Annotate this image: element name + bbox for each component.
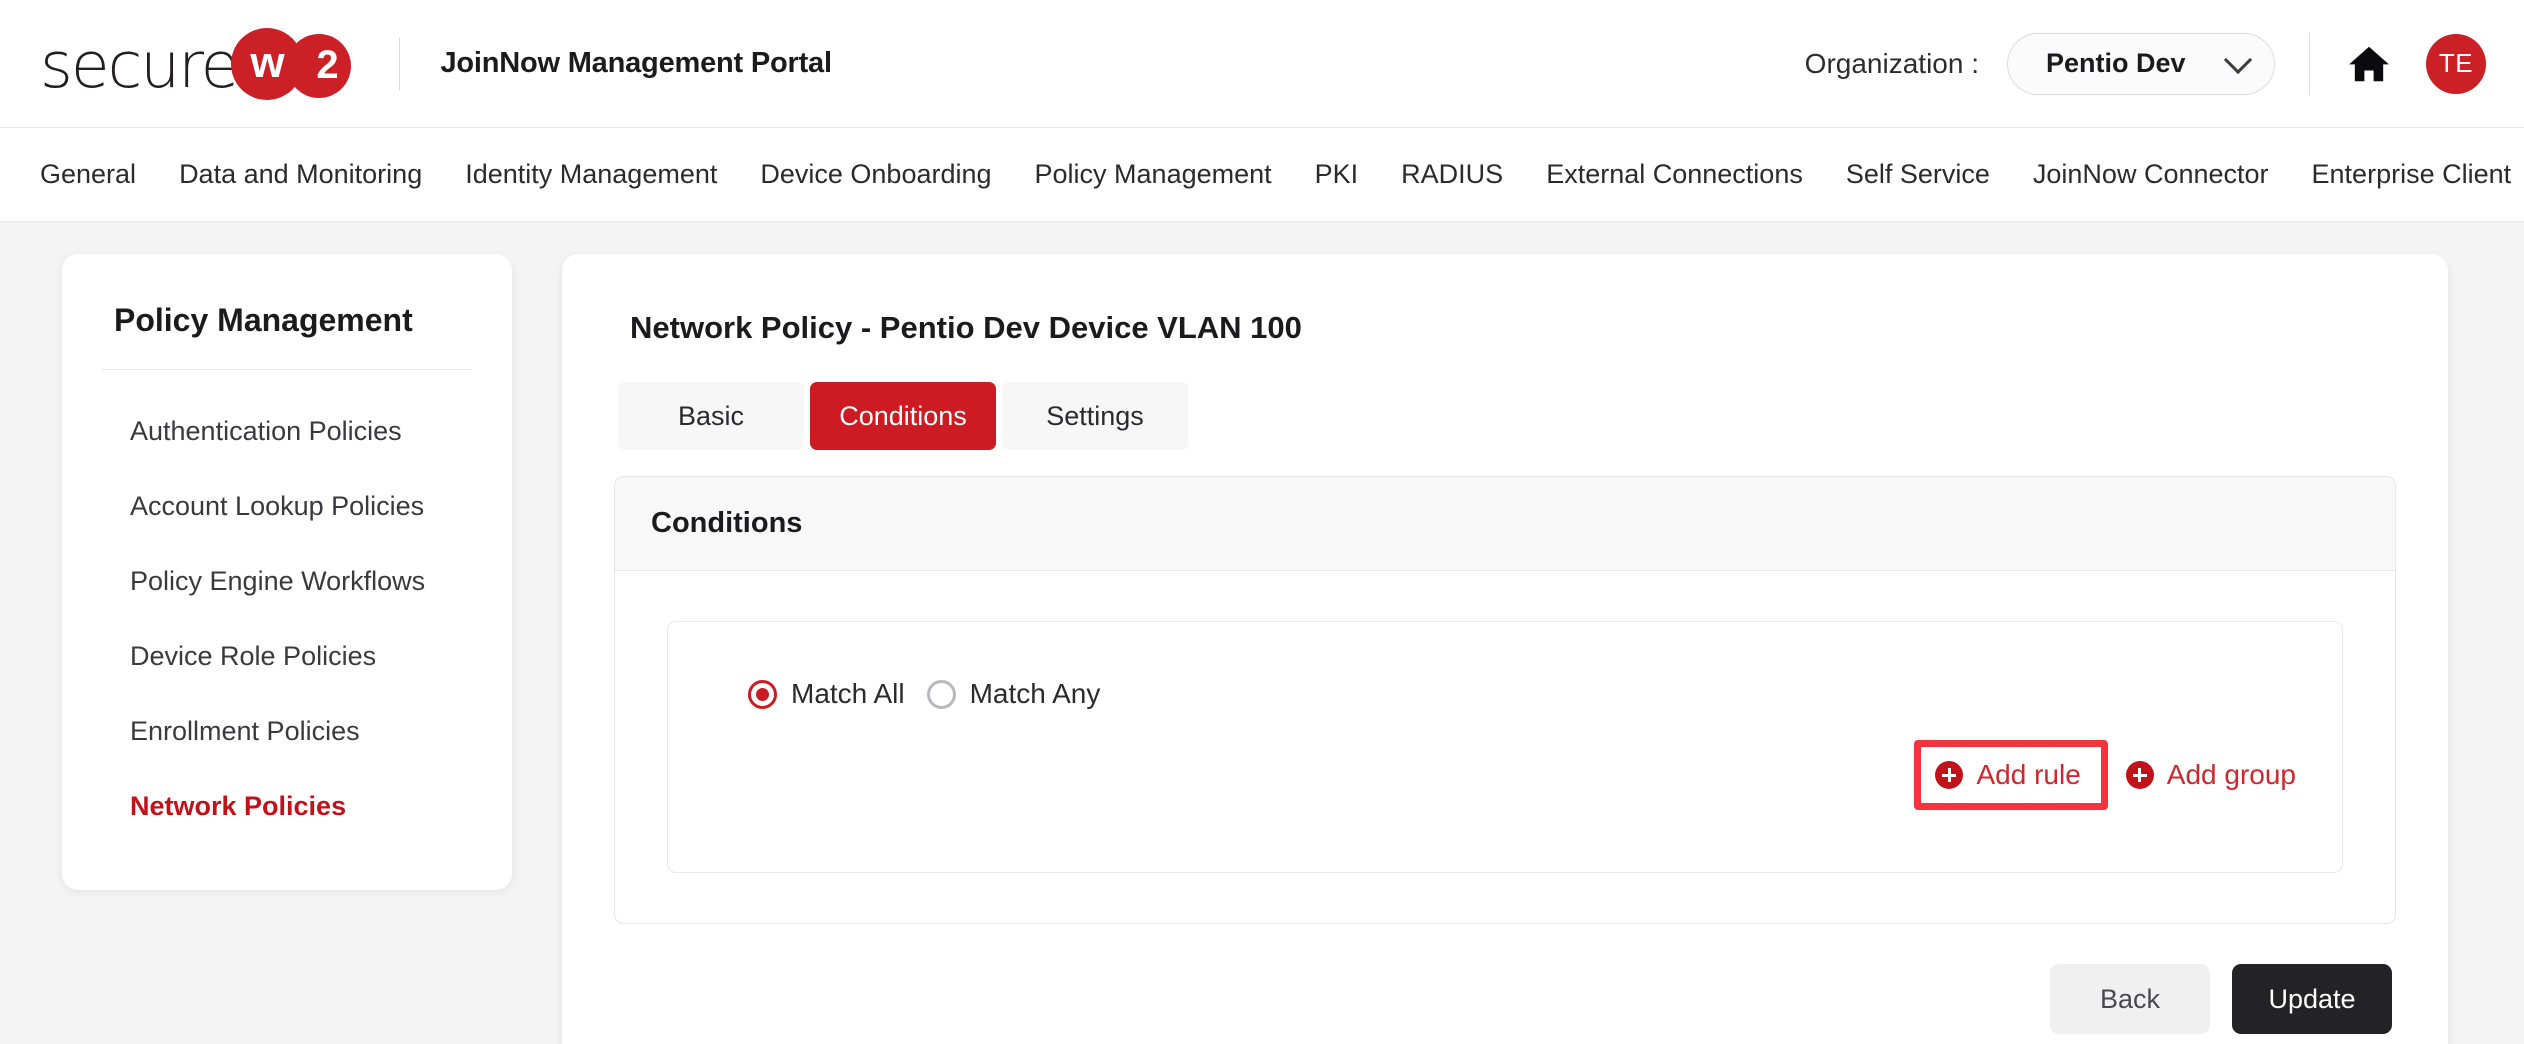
sidebar-panel: Policy Management Authentication Policie… bbox=[62, 254, 512, 890]
plus-circle-icon bbox=[2125, 761, 2154, 789]
logo-circle-w-icon: w bbox=[231, 27, 304, 100]
radio-match-all-label: Match All bbox=[791, 678, 905, 709]
header-right-divider bbox=[2309, 32, 2310, 95]
rule-actions-row: Add rule Add group bbox=[714, 740, 2296, 810]
organization-selected-value: Pentio Dev bbox=[2046, 48, 2186, 78]
condition-group-box: Match All Match Any Add rule Add group bbox=[667, 621, 2343, 873]
nav-item-self-service[interactable]: Self Service bbox=[1846, 159, 1990, 190]
top-header-bar: secure 2 w JoinNow Management Portal Org… bbox=[0, 0, 2524, 128]
logo-circles: 2 w bbox=[231, 27, 359, 100]
sidebar-item-device-role-policies[interactable]: Device Role Policies bbox=[98, 619, 476, 694]
home-icon[interactable] bbox=[2346, 41, 2392, 87]
nav-item-device-onboarding[interactable]: Device Onboarding bbox=[760, 159, 991, 190]
brand-block: secure 2 w JoinNow Management Portal bbox=[40, 27, 832, 101]
avatar[interactable]: TE bbox=[2426, 33, 2486, 94]
radio-selected-icon bbox=[748, 679, 777, 709]
nav-item-pki[interactable]: PKI bbox=[1315, 159, 1359, 190]
nav-item-radius[interactable]: RADIUS bbox=[1401, 159, 1503, 190]
radio-match-any-label: Match Any bbox=[969, 678, 1101, 709]
nav-item-general[interactable]: General bbox=[40, 159, 136, 190]
chevron-down-icon bbox=[2223, 45, 2253, 74]
organization-select[interactable]: Pentio Dev bbox=[2007, 32, 2275, 95]
sidebar-item-policy-engine-workflows[interactable]: Policy Engine Workflows bbox=[98, 544, 476, 619]
sidebar-item-enrollment-policies[interactable]: Enrollment Policies bbox=[98, 694, 476, 769]
nav-item-enterprise-client[interactable]: Enterprise Client bbox=[2312, 159, 2512, 190]
radio-match-any[interactable]: Match Any bbox=[926, 678, 1101, 710]
page-title: Network Policy - Pentio Dev Device VLAN … bbox=[630, 310, 1302, 345]
header-divider bbox=[399, 37, 401, 90]
add-group-button[interactable]: Add group bbox=[2125, 759, 2296, 791]
footer-action-bar: Back Update bbox=[614, 964, 2396, 1034]
header-right-group: Organization : Pentio Dev TE bbox=[1804, 32, 2486, 95]
tab-bar: Basic Conditions Settings bbox=[618, 382, 2396, 450]
add-rule-highlight-annotation: Add rule bbox=[1914, 740, 2108, 810]
tab-settings[interactable]: Settings bbox=[1002, 382, 1188, 450]
conditions-panel-header: Conditions bbox=[615, 477, 2395, 571]
portal-title: JoinNow Management Portal bbox=[440, 47, 832, 79]
add-group-label: Add group bbox=[2166, 759, 2296, 790]
main-navigation: General Data and Monitoring Identity Man… bbox=[0, 128, 2524, 222]
radio-unselected-icon bbox=[926, 679, 956, 709]
workspace: Policy Management Authentication Policie… bbox=[0, 222, 2524, 1044]
update-button[interactable]: Update bbox=[2232, 964, 2392, 1034]
nav-item-external-connections[interactable]: External Connections bbox=[1546, 159, 1803, 190]
tab-basic[interactable]: Basic bbox=[618, 382, 804, 450]
sidebar-divider bbox=[102, 369, 472, 370]
nav-item-policy-management[interactable]: Policy Management bbox=[1035, 159, 1272, 190]
main-content-panel: Network Policy - Pentio Dev Device VLAN … bbox=[562, 254, 2448, 1044]
conditions-panel-body: Match All Match Any Add rule Add group bbox=[615, 571, 2395, 923]
organization-label: Organization : bbox=[1804, 47, 1979, 79]
match-mode-radio-group: Match All Match Any bbox=[714, 678, 2296, 710]
sidebar-item-authentication-policies[interactable]: Authentication Policies bbox=[98, 394, 476, 469]
sidebar-title: Policy Management bbox=[114, 302, 413, 338]
conditions-panel: Conditions Match All Match Any Add rule … bbox=[614, 476, 2396, 924]
sidebar-item-network-policies[interactable]: Network Policies bbox=[98, 769, 476, 844]
logo-wordmark: secure bbox=[40, 29, 239, 102]
radio-match-all[interactable]: Match All bbox=[748, 678, 905, 710]
tab-conditions[interactable]: Conditions bbox=[810, 382, 996, 450]
conditions-heading: Conditions bbox=[651, 507, 803, 539]
securew2-logo[interactable]: secure 2 w bbox=[40, 27, 359, 101]
add-rule-button[interactable]: Add rule bbox=[1935, 759, 2081, 791]
back-button[interactable]: Back bbox=[2050, 964, 2210, 1034]
nav-item-identity-management[interactable]: Identity Management bbox=[465, 159, 717, 190]
plus-circle-icon bbox=[1935, 761, 1964, 789]
add-rule-label: Add rule bbox=[1976, 759, 2081, 790]
sidebar-item-account-lookup-policies[interactable]: Account Lookup Policies bbox=[98, 469, 476, 544]
nav-item-data-and-monitoring[interactable]: Data and Monitoring bbox=[179, 159, 422, 190]
nav-item-joinnow-connector[interactable]: JoinNow Connector bbox=[2033, 159, 2269, 190]
